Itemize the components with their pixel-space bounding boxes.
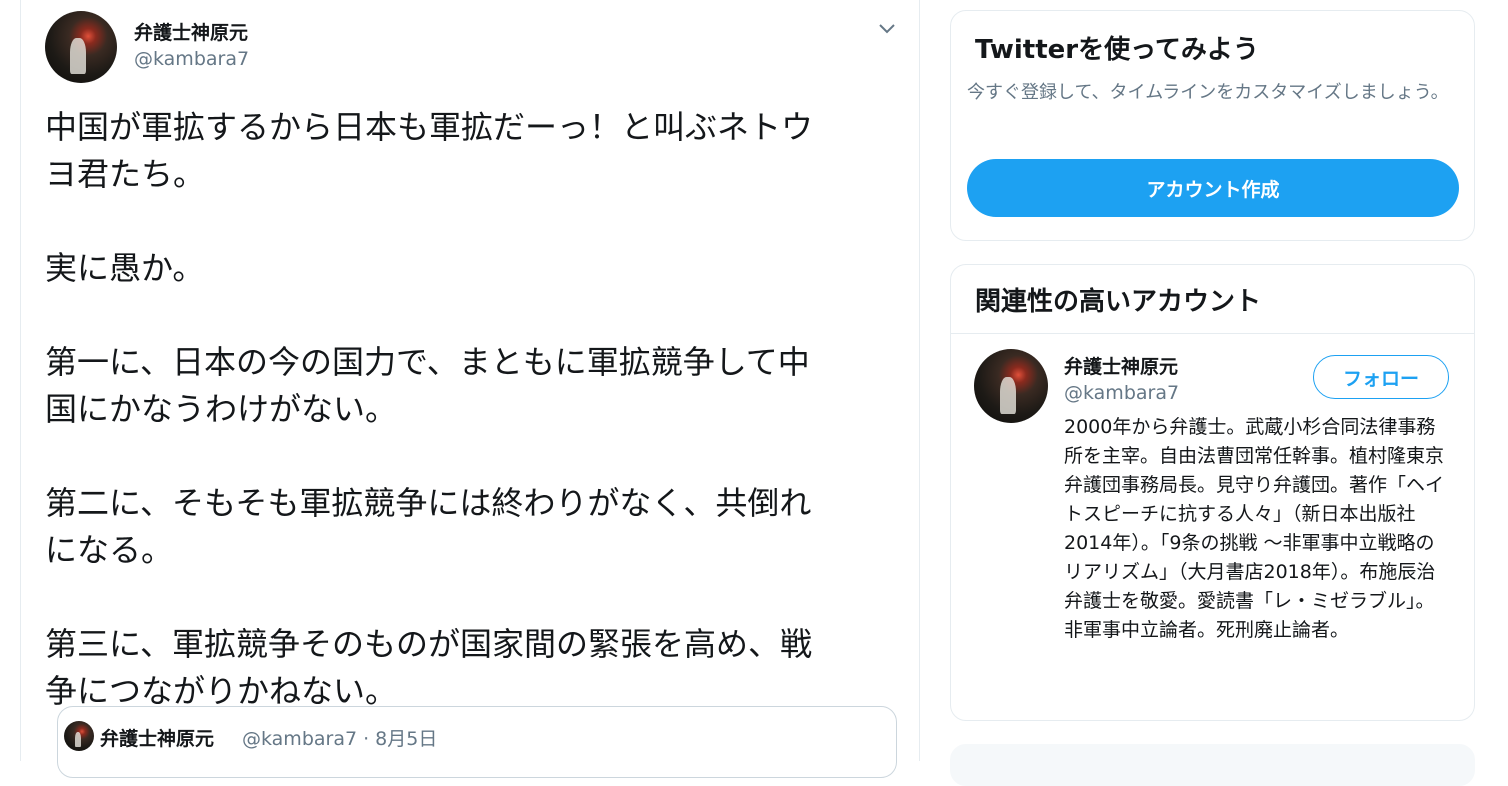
related-accounts-title: 関連性の高いアカウント — [975, 287, 1262, 317]
quoted-author-name: 弁護士神原元 — [100, 728, 215, 750]
quoted-author-handle-date: @kambara7 · 8月5日 — [242, 728, 438, 750]
chevron-down-icon[interactable] — [877, 18, 897, 38]
related-account-handle[interactable]: @kambara7 — [1064, 382, 1179, 404]
create-account-button[interactable]: アカウント作成 — [967, 159, 1459, 217]
divider — [951, 333, 1474, 334]
related-account-bio: 2000年から弁護士。武蔵小杉合同法律事務所を主宰。自由法曹団常任幹事。植村隆東… — [1064, 416, 1445, 641]
author-name[interactable]: 弁護士神原元 — [134, 18, 248, 45]
signup-card-title: Twitterを使ってみよう — [975, 35, 1259, 65]
signup-card-description: 今すぐ登録して、タイムラインをカスタマイズしましょう。 — [967, 82, 1449, 103]
related-account-avatar[interactable] — [974, 349, 1048, 423]
signup-card: Twitterを使ってみよう 今すぐ登録して、タイムラインをカスタマイズしましょ… — [950, 10, 1475, 241]
tweet-text: 中国が軍拡するから日本も軍拡だーっ！と叫ぶネトウ ヨ君たち。 実に愚か。 第一に… — [45, 108, 814, 710]
author-handle[interactable]: @kambara7 — [134, 48, 249, 70]
related-accounts-card: 関連性の高いアカウント 弁護士神原元 @kambara7 フォロー 2000年か… — [950, 264, 1475, 721]
author-avatar[interactable] — [45, 11, 117, 83]
quoted-tweet[interactable]: 弁護士神原元 @kambara7 · 8月5日 — [57, 706, 897, 778]
tweet-column: 弁護士神原元 @kambara7 中国が軍拡するから日本も軍拡だーっ！と叫ぶネト… — [20, 0, 920, 778]
quoted-author-avatar — [64, 721, 94, 751]
follow-button[interactable]: フォロー — [1313, 355, 1449, 399]
next-card — [950, 744, 1475, 786]
related-account-name[interactable]: 弁護士神原元 — [1064, 352, 1178, 379]
